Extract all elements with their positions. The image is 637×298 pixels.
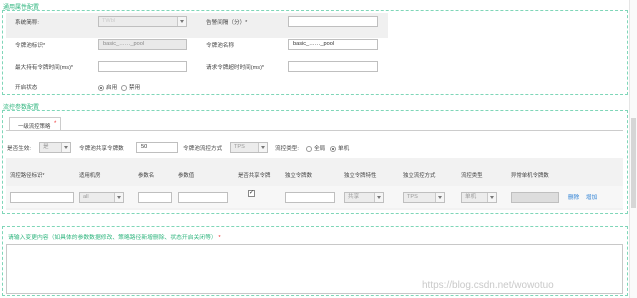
path-id-input[interactable] [10, 192, 74, 203]
tab-level-one[interactable]: 一级流控策略 * [9, 117, 61, 131]
change-label: 请输入变更内容（如具体的参数数据修改、策略路径新增删除、状态开启关闭等） * [8, 232, 221, 241]
param-value-input[interactable] [178, 192, 228, 203]
column-header: 异常单机令牌数 [511, 173, 549, 179]
req-timeout-input[interactable] [288, 61, 378, 72]
radio-unchecked-icon [306, 145, 312, 152]
delete-link[interactable]: 删除 [568, 193, 579, 201]
status-enable-label: 启用 [106, 85, 118, 91]
room-select[interactable]: all [79, 192, 124, 203]
shared-tokens-input[interactable]: 50 [136, 142, 178, 153]
independent-feature-select[interactable]: 共享 [344, 192, 384, 203]
flow-type-value: 单机 [465, 194, 477, 200]
token-pool-name-input[interactable]: basic_……_pool [288, 39, 378, 50]
status-enable-radio[interactable]: 启用 [98, 83, 117, 91]
table-row: all ✓ 共享 TPS 单机 删除 增加 [6, 186, 623, 208]
radio-checked-icon [98, 84, 104, 91]
tab-required-mark: * [54, 121, 57, 127]
chevron-down-icon [177, 17, 186, 26]
column-header: 参数名 [138, 173, 155, 179]
token-pool-id-label: 令牌池标识* [15, 43, 46, 49]
flow-type-global-label: 全局 [314, 146, 326, 152]
effective-select[interactable]: 是 [39, 142, 71, 153]
scrollbar-thumb[interactable] [631, 118, 636, 208]
column-header: 是否共享令牌 [238, 173, 271, 179]
radio-checked-icon [330, 145, 336, 152]
flow-type-global-radio[interactable]: 全局 [306, 144, 325, 152]
radio-unchecked-icon [121, 84, 127, 91]
system-name-value: TWbl [102, 18, 116, 24]
effective-label: 是否生效: [7, 146, 31, 152]
effective-value: 是 [43, 144, 49, 150]
pool-flow-mode-label: 令牌池流控方式 [183, 146, 223, 152]
vertical-scrollbar[interactable] [629, 0, 637, 298]
pool-flow-mode-select[interactable]: TPS [230, 142, 268, 153]
change-required-mark: * [218, 235, 221, 241]
chevron-down-icon [435, 193, 444, 202]
flow-type-label: 流控类型: [275, 146, 299, 152]
max-wait-input[interactable] [98, 61, 187, 72]
flow-type-single-radio[interactable]: 单机 [330, 144, 349, 152]
status-disable-label: 禁用 [129, 85, 141, 91]
tab-label: 一级流控策略 [18, 124, 51, 130]
room-value: all [83, 194, 89, 200]
shared-checkbox[interactable]: ✓ [248, 190, 255, 197]
general-section: 系统简称: TWbl 告警间隔（分）* 令牌池标识* basic_……_pool… [2, 10, 628, 95]
tab-underline [6, 130, 623, 131]
flow-section: 一级流控策略 * 是否生效: 是 令牌池共享令牌数 50 令牌池流控方式 TPS… [2, 110, 628, 214]
change-label-text: 请输入变更内容（如具体的参数数据修改、策略路径新增删除、状态开启关闭等） [8, 235, 217, 241]
column-header: 参数值 [178, 173, 195, 179]
chevron-down-icon [374, 193, 383, 202]
independent-mode-value: TPS [407, 194, 418, 200]
column-header: 流控类型 [461, 173, 483, 179]
pool-flow-mode-value: TPS [234, 144, 245, 150]
chevron-down-icon [258, 143, 267, 152]
token-pool-id-input[interactable]: basic_……_pool [98, 39, 187, 50]
abnormal-tokens-input[interactable] [511, 192, 559, 203]
column-header: 独立令牌特性 [344, 173, 377, 179]
column-header: 独立流控方式 [403, 173, 436, 179]
independent-tokens-input[interactable] [285, 192, 335, 203]
column-header: 流控路径标识* [10, 173, 45, 179]
system-name-label: 系统简称: [15, 20, 39, 26]
independent-mode-select[interactable]: TPS [403, 192, 445, 203]
status-label: 开启状态 [15, 85, 38, 91]
flow-table: 流控路径标识* 适用机房 参数名 参数值 是否共享令牌 独立令牌数 独立令牌特性… [6, 158, 623, 210]
column-header: 独立令牌数 [285, 173, 312, 179]
chevron-down-icon [487, 193, 496, 202]
alarm-interval-label: 告警间隔（分）* [206, 20, 248, 26]
flow-type-single-label: 单机 [338, 146, 350, 152]
alarm-interval-input[interactable] [288, 16, 378, 27]
chevron-down-icon [61, 143, 70, 152]
column-header: 适用机房 [79, 173, 101, 179]
chevron-down-icon [114, 193, 123, 202]
independent-feature-value: 共享 [348, 194, 360, 200]
max-wait-label: 最大持有令牌时间(ms)* [15, 65, 74, 71]
system-name-select[interactable]: TWbl [98, 16, 187, 27]
param-name-input[interactable] [138, 192, 172, 203]
watermark: https://blog.csdn.net/wowotuo [422, 280, 554, 291]
token-pool-name-label: 令牌池名称 [206, 43, 234, 49]
shared-tokens-label: 令牌池共享令牌数 [79, 146, 124, 152]
req-timeout-label: 请求令牌超时时间(ms)* [206, 65, 265, 71]
status-disable-radio[interactable]: 禁用 [121, 83, 140, 91]
flow-type-select[interactable]: 单机 [461, 192, 497, 203]
add-link[interactable]: 增加 [586, 193, 597, 201]
